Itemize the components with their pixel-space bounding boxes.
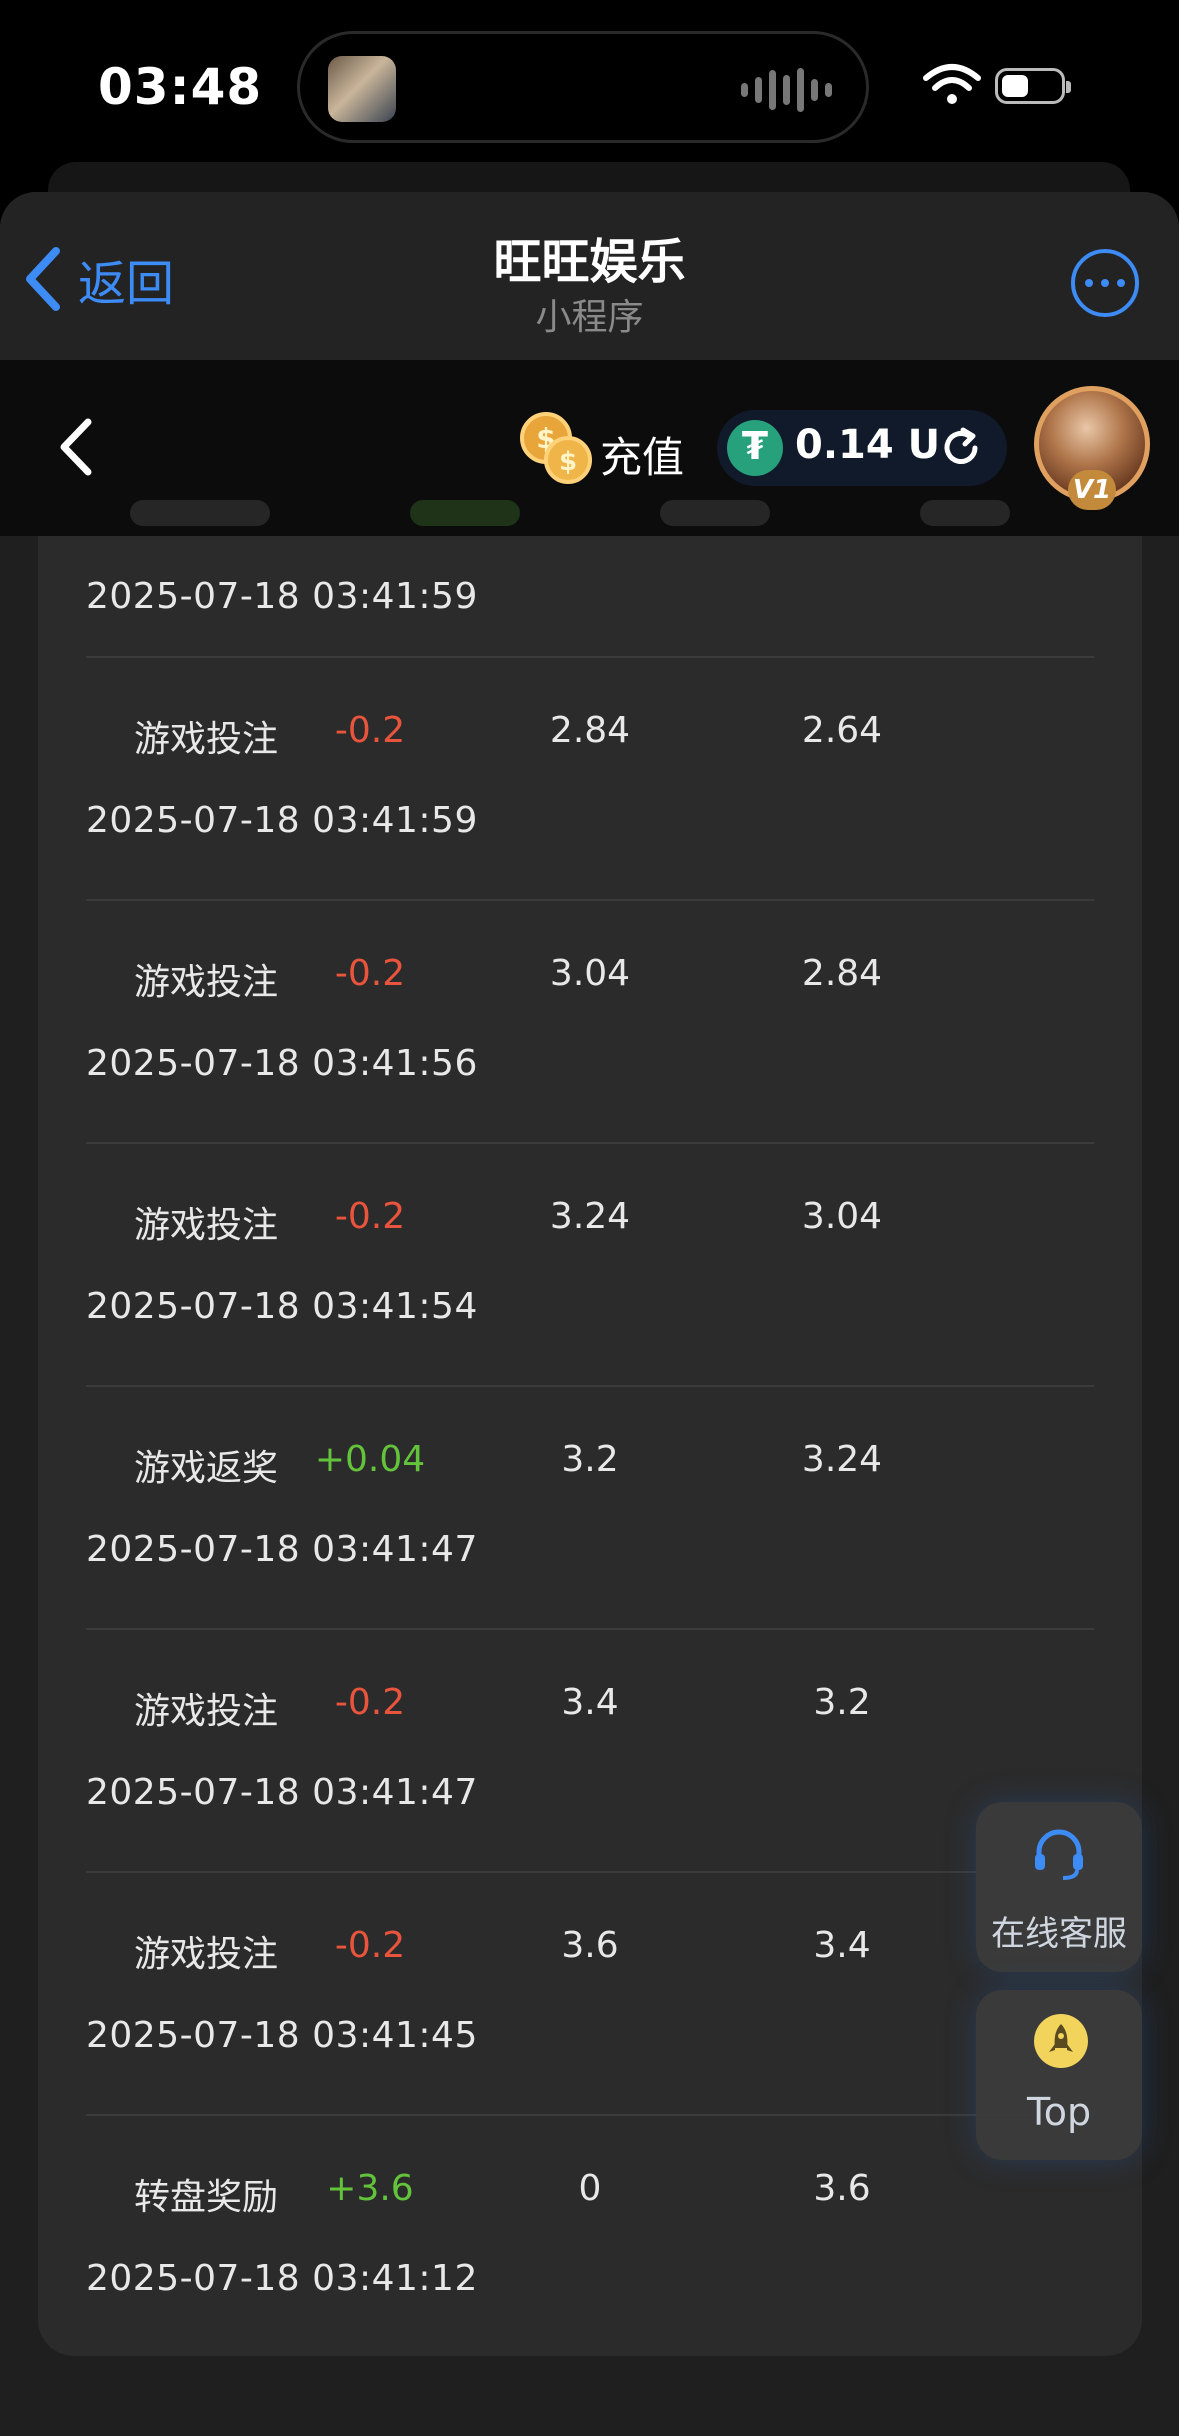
audio-wave-icon bbox=[741, 68, 832, 112]
record-time: 2025-07-18 03:41:54 bbox=[86, 1286, 478, 1327]
wifi-icon bbox=[923, 64, 981, 104]
navigation-bar: 返回 旺旺娱乐 小程序 bbox=[0, 192, 1179, 361]
record-amount: +0.04 bbox=[314, 1439, 426, 1480]
svg-text:$: $ bbox=[559, 447, 577, 477]
record-balance-before: 3.24 bbox=[549, 1196, 631, 1237]
record-type: 游戏返奖 bbox=[134, 1448, 279, 1489]
record-type: 转盘奖励 bbox=[134, 2177, 279, 2218]
record-time: 2025-07-18 03:41:59 bbox=[86, 800, 478, 841]
back-to-top-button[interactable]: Top bbox=[976, 1990, 1142, 2160]
record-balance-after: 3.24 bbox=[801, 1439, 883, 1480]
table-row: 转盘奖励 +3.6 0 3.6 2025-07-18 03:41:12 bbox=[86, 2116, 1094, 2359]
now-playing-thumbnail bbox=[328, 56, 396, 122]
record-amount: +3.6 bbox=[326, 2168, 414, 2209]
record-amount: -0.2 bbox=[334, 1925, 406, 1966]
record-type: 游戏投注 bbox=[134, 962, 279, 1003]
record-type: 游戏投注 bbox=[134, 1205, 279, 1246]
online-service-label: 在线客服 bbox=[991, 1914, 1127, 1954]
table-row: 游戏投注 -0.2 3.04 2.84 2025-07-18 03:41:56 bbox=[86, 901, 1094, 1144]
record-type: 游戏投注 bbox=[134, 1934, 279, 1975]
blurred-tab bbox=[920, 500, 1010, 526]
refresh-icon[interactable] bbox=[939, 426, 983, 470]
record-balance-after: 3.04 bbox=[801, 1196, 883, 1237]
online-service-button[interactable]: 在线客服 bbox=[976, 1802, 1142, 1972]
record-amount: -0.2 bbox=[334, 1682, 406, 1723]
record-time: 2025-07-18 03:41:45 bbox=[86, 2015, 478, 2056]
recharge-button[interactable]: 充值 bbox=[600, 424, 684, 485]
blurred-tab bbox=[660, 500, 770, 526]
balance-value: 0.14 U bbox=[795, 422, 941, 468]
record-amount: -0.2 bbox=[334, 953, 406, 994]
record-balance-after: 3.2 bbox=[813, 1682, 871, 1723]
record-balance-before: 3.6 bbox=[561, 1925, 619, 1966]
rocket-icon bbox=[1034, 2014, 1088, 2068]
record-amount: -0.2 bbox=[334, 1196, 406, 1237]
record-balance-before: 3.04 bbox=[549, 953, 631, 994]
record-balance-before: 3.4 bbox=[561, 1682, 619, 1723]
top-label: Top bbox=[1026, 2090, 1092, 2134]
table-row: 游戏投注 -0.2 3.6 3.4 2025-07-18 03:41:45 bbox=[86, 1873, 1094, 2116]
blurred-tab bbox=[130, 500, 270, 526]
page-title: 旺旺娱乐 bbox=[493, 234, 686, 290]
record-balance-after: 3.6 bbox=[813, 2168, 871, 2209]
record-balance-before: 3.2 bbox=[561, 1439, 619, 1480]
vip-badge: V1 bbox=[1068, 470, 1116, 510]
balance-pill[interactable]: ₮ 0.14 U bbox=[717, 410, 1007, 486]
blurred-tab bbox=[410, 500, 520, 526]
record-balance-after: 3.4 bbox=[813, 1925, 871, 1966]
record-balance-after: 2.84 bbox=[801, 953, 883, 994]
page-subtitle: 小程序 bbox=[535, 297, 644, 338]
headset-icon bbox=[1035, 1829, 1083, 1880]
table-row: 游戏投注 -0.2 3.24 3.04 2025-07-18 03:41:54 bbox=[86, 1144, 1094, 1387]
record-time: 2025-07-18 03:41:56 bbox=[86, 1043, 478, 1084]
record-time: 2025-07-18 03:41:12 bbox=[86, 2258, 478, 2299]
record-type: 游戏投注 bbox=[134, 1691, 279, 1732]
more-icon[interactable] bbox=[1071, 249, 1139, 317]
record-time: 2025-07-18 03:41:47 bbox=[86, 1772, 478, 1813]
table-row: 游戏投注 -0.2 3.4 3.2 2025-07-18 03:41:47 bbox=[86, 1630, 1094, 1873]
tether-icon: ₮ bbox=[727, 420, 783, 476]
dynamic-island[interactable] bbox=[297, 31, 869, 143]
table-row: 游戏投注 -0.2 2.84 2.64 2025-07-18 03:41:59 bbox=[86, 658, 1094, 901]
record-time: 2025-07-18 03:41:47 bbox=[86, 1529, 478, 1570]
record-balance-before: 0 bbox=[578, 2168, 602, 2209]
status-time: 03:48 bbox=[98, 58, 263, 116]
record-type: 游戏投注 bbox=[134, 719, 279, 760]
record-balance-before: 2.84 bbox=[549, 710, 631, 751]
battery-icon bbox=[995, 68, 1071, 104]
header-back-icon[interactable] bbox=[58, 418, 92, 476]
record-amount: -0.2 bbox=[334, 710, 406, 751]
record-time: 2025-07-18 03:41:59 bbox=[86, 576, 478, 617]
record-balance-after: 2.64 bbox=[801, 710, 883, 751]
table-row: 游戏返奖 +0.04 3.2 3.24 2025-07-18 03:41:47 bbox=[86, 1387, 1094, 1630]
coins-icon[interactable]: $ $ bbox=[516, 408, 596, 488]
